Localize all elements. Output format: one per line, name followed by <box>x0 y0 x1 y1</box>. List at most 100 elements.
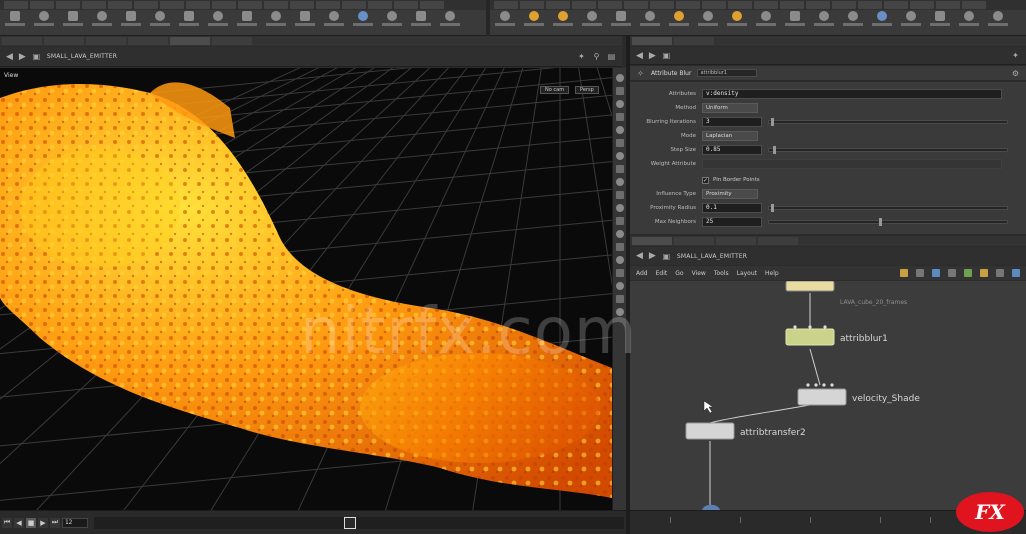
forward-arrow-icon[interactable]: ▶ <box>19 52 26 62</box>
shelf-tab[interactable] <box>884 1 908 9</box>
shelf-tab[interactable] <box>238 1 262 9</box>
shelf-tool-gi-light[interactable] <box>753 11 779 33</box>
node-input-dot[interactable] <box>830 383 834 387</box>
shelf-tab[interactable] <box>186 1 210 9</box>
node-attribblur1[interactable]: attribblur1 <box>785 325 888 346</box>
obj-network-icon[interactable]: ▣ <box>662 252 671 261</box>
shelf-tool-portal-light[interactable] <box>811 11 837 33</box>
shelf-tab[interactable] <box>4 1 28 9</box>
shelf-tab[interactable] <box>264 1 288 9</box>
shelf-tab[interactable] <box>82 1 106 9</box>
scene-viewport[interactable]: View No cam Persp <box>0 68 612 510</box>
pin-border-checkbox[interactable]: ✓ <box>702 176 709 184</box>
shelf-tool-volume-light[interactable] <box>637 11 663 33</box>
max-neighbors-slider[interactable] <box>768 218 1008 226</box>
shelf-tool-area-light[interactable] <box>579 11 605 33</box>
forward-arrow-icon[interactable]: ▶ <box>649 251 656 261</box>
display-option-icon[interactable] <box>615 139 624 147</box>
shelf-tool-sphere[interactable] <box>31 11 57 33</box>
display-option-icon[interactable] <box>615 256 624 264</box>
shelf-tab[interactable] <box>754 1 778 9</box>
display-option-icon[interactable] <box>615 269 624 277</box>
node-timeshift1[interactable]: timeshift1 LAVA_cube_20_frames <box>785 281 907 306</box>
shelf-tab[interactable] <box>624 1 648 9</box>
shelf-tab[interactable] <box>160 1 184 9</box>
network-tool-icon[interactable] <box>1012 269 1020 277</box>
step-size-field[interactable]: 0.85 <box>702 145 762 155</box>
shelf-tool-env-light[interactable] <box>695 11 721 33</box>
pane-tab-network[interactable] <box>632 237 672 245</box>
shelf-tool-circle[interactable] <box>205 11 231 33</box>
shelf-tab[interactable] <box>134 1 158 9</box>
shelf-tool-stereo-camera[interactable] <box>869 11 895 33</box>
timeline-cursor[interactable] <box>344 516 356 529</box>
shelf-tool-switcher[interactable] <box>927 11 953 33</box>
slider-knob[interactable] <box>879 218 882 226</box>
shelf-tab[interactable] <box>342 1 366 9</box>
shelf-tool-spot-light[interactable] <box>550 11 576 33</box>
pin-icon[interactable]: ✦ <box>577 52 586 61</box>
shelf-tool-metaball[interactable] <box>379 11 405 33</box>
back-arrow-icon[interactable]: ◀ <box>6 52 13 62</box>
shelf-tool-draw-curve[interactable] <box>263 11 289 33</box>
shelf-tool-ambient-light[interactable] <box>840 11 866 33</box>
influence-type-menu[interactable]: Proximity <box>702 189 758 199</box>
network-tool-icon[interactable] <box>932 269 940 277</box>
back-arrow-icon[interactable]: ◀ <box>636 51 643 61</box>
menu-add[interactable]: Add <box>636 270 648 277</box>
shelf-tool-point-light[interactable] <box>521 11 547 33</box>
back-arrow-icon[interactable]: ◀ <box>636 251 643 261</box>
shelf-tab[interactable] <box>650 1 674 9</box>
shelf-tool-camera[interactable] <box>492 11 518 33</box>
display-menu-button[interactable]: Persp <box>575 86 599 94</box>
mode-menu[interactable]: Laplacian <box>702 131 758 141</box>
iterations-field[interactable]: 3 <box>702 117 762 127</box>
pane-tab[interactable] <box>128 37 168 45</box>
jump-start-icon[interactable]: ⏮ <box>2 517 12 528</box>
network-tool-icon[interactable] <box>964 269 972 277</box>
shelf-tab[interactable] <box>420 1 444 9</box>
pane-tab[interactable] <box>716 237 756 245</box>
obj-network-icon[interactable]: ▣ <box>32 52 41 61</box>
display-option-icon[interactable] <box>615 191 624 199</box>
shelf-tab[interactable] <box>910 1 934 9</box>
shelf-tab[interactable] <box>546 1 570 9</box>
weight-attribute-field[interactable] <box>702 159 1002 169</box>
slider-knob[interactable] <box>773 146 776 154</box>
shelf-tool-torus[interactable] <box>89 11 115 33</box>
shelf-tool-grid[interactable] <box>118 11 144 33</box>
slider-knob[interactable] <box>771 118 774 126</box>
shelf-tab[interactable] <box>368 1 392 9</box>
node-velocity-shade[interactable]: velocity_Shade <box>797 383 920 406</box>
shelf-tool-vr-camera[interactable] <box>898 11 924 33</box>
settings-icon[interactable]: ▤ <box>607 52 616 61</box>
pane-tab[interactable] <box>44 37 84 45</box>
shelf-tab[interactable] <box>520 1 544 9</box>
pane-tab[interactable] <box>212 37 252 45</box>
node-body[interactable] <box>797 388 847 406</box>
shelf-tool-light-bank[interactable] <box>985 11 1011 33</box>
shelf-tab[interactable] <box>572 1 596 9</box>
network-tool-icon[interactable] <box>948 269 956 277</box>
shelf-tool-null[interactable] <box>147 11 173 33</box>
display-option-icon[interactable] <box>615 243 624 251</box>
menu-layout[interactable]: Layout <box>737 270 757 277</box>
shelf-tool-geo-light[interactable] <box>608 11 634 33</box>
link-icon[interactable]: ⚲ <box>592 52 601 61</box>
node-name-field[interactable]: attribblur1 <box>697 69 758 77</box>
display-option-icon[interactable] <box>615 230 624 238</box>
node-input-dot[interactable] <box>808 325 812 329</box>
display-option-icon[interactable] <box>615 308 624 316</box>
node-attribtransfer2[interactable]: attribtransfer2 <box>685 422 806 440</box>
shelf-tab[interactable] <box>806 1 830 9</box>
pane-tab[interactable] <box>674 237 714 245</box>
attributes-field[interactable]: v:density <box>702 89 1002 99</box>
shelf-tab[interactable] <box>394 1 418 9</box>
shelf-tool-file[interactable] <box>408 11 434 33</box>
node-input-dot[interactable] <box>814 383 818 387</box>
node-input-dot[interactable] <box>822 383 826 387</box>
display-option-icon[interactable] <box>615 152 624 160</box>
menu-go[interactable]: Go <box>675 270 683 277</box>
pane-tab-scene-view[interactable] <box>170 37 210 45</box>
menu-view[interactable]: View <box>692 270 706 277</box>
